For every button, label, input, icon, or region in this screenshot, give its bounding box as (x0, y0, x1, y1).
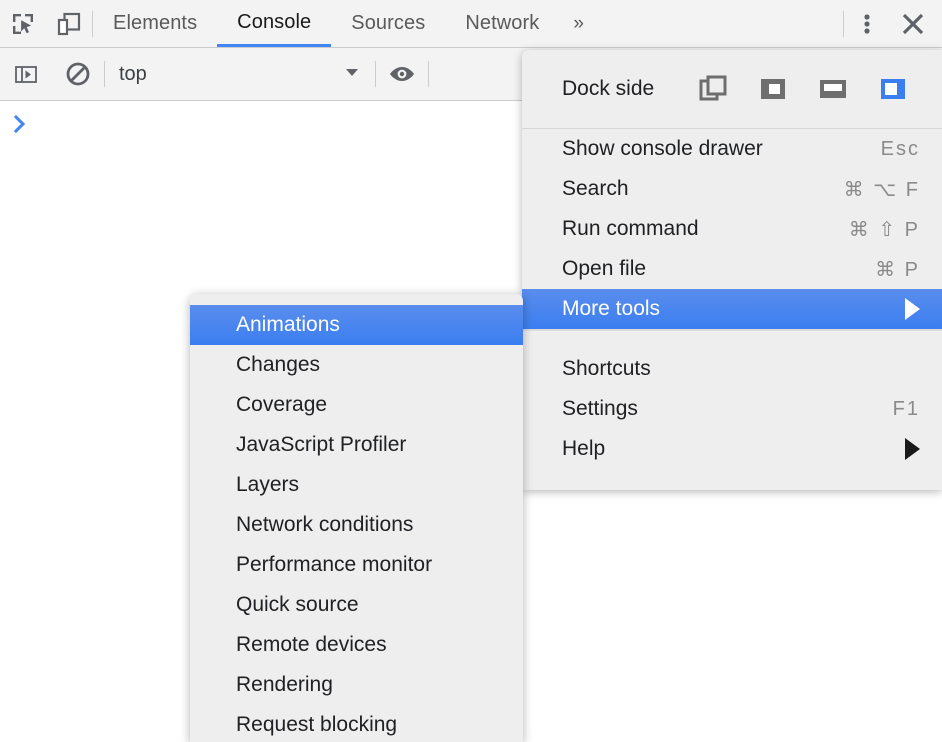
dock-to-left-icon[interactable] (754, 70, 792, 108)
submenu-arrow-icon (905, 438, 920, 460)
tab-console-label: Console (237, 10, 312, 33)
menu-item-label: Shortcuts (562, 357, 651, 380)
live-expression-eye-icon[interactable] (376, 48, 428, 100)
submenu-item-label: Changes (236, 353, 321, 376)
submenu-item-label: Rendering (236, 673, 333, 696)
submenu-item-remote-devices[interactable]: Remote devices (190, 625, 523, 665)
tab-network-label: Network (465, 12, 540, 34)
menu-item-settings[interactable]: Settings F1 (522, 389, 942, 429)
menu-item-label: Open file (562, 257, 647, 280)
menu-item-label: Settings (562, 397, 638, 420)
submenu-item-rendering[interactable]: Rendering (190, 665, 523, 705)
menu-item-label: Show console drawer (562, 137, 763, 160)
submenu-item-label: Quick source (236, 593, 359, 616)
dock-side-options (694, 70, 912, 108)
execution-context-value: top (119, 62, 147, 85)
submenu-item-label: Request blocking (236, 713, 398, 736)
chevron-down-icon (343, 63, 361, 85)
submenu-item-layers[interactable]: Layers (190, 465, 523, 505)
dock-to-right-icon[interactable] (874, 70, 912, 108)
three-dot-menu-icon[interactable] (844, 1, 890, 47)
device-toolbar-icon[interactable] (46, 1, 92, 47)
menu-item-search[interactable]: Search ⌘ ⌥ F (522, 169, 942, 209)
submenu-item-changes[interactable]: Changes (190, 345, 523, 385)
tab-sources[interactable]: Sources (331, 0, 445, 47)
menu-item-label: Help (562, 437, 606, 460)
clear-console-icon[interactable] (52, 48, 104, 100)
menu-item-help[interactable]: Help (522, 429, 942, 469)
menu-item-more-tools[interactable]: More tools (522, 289, 942, 329)
submenu-item-label: Remote devices (236, 633, 387, 656)
dock-side-label: Dock side (562, 77, 655, 100)
menu-item-shortcut: ⌘ ⌥ F (843, 178, 920, 201)
menu-item-shortcut: ⌘ ⇧ P (848, 218, 920, 241)
submenu-item-label: Network conditions (236, 513, 414, 536)
submenu-item-performance-monitor[interactable]: Performance monitor (190, 545, 523, 585)
menu-item-run-command[interactable]: Run command ⌘ ⇧ P (522, 209, 942, 249)
menu-separator-bottom (522, 329, 942, 331)
menu-item-label: Run command (562, 217, 699, 240)
menu-item-shortcut: Esc (880, 137, 920, 160)
tab-sources-label: Sources (351, 12, 426, 34)
submenu-item-label: JavaScript Profiler (236, 433, 407, 456)
submenu-item-request-blocking[interactable]: Request blocking (190, 705, 523, 742)
dock-to-bottom-icon[interactable] (814, 70, 852, 108)
undock-into-separate-window-icon[interactable] (694, 70, 732, 108)
submenu-item-label: Performance monitor (236, 553, 433, 576)
close-icon[interactable] (890, 1, 936, 47)
menu-item-shortcut: F1 (892, 397, 920, 420)
more-tools-submenu: Animations Changes Coverage JavaScript P… (190, 294, 523, 742)
more-tabs-chevron-icon[interactable]: » (559, 0, 598, 47)
menu-item-open-file[interactable]: Open file ⌘ P (522, 249, 942, 289)
submenu-item-network-conditions[interactable]: Network conditions (190, 505, 523, 545)
console-sidebar-icon[interactable] (0, 48, 52, 100)
more-tabs-label: » (573, 12, 585, 34)
menu-item-shortcuts[interactable]: Shortcuts (522, 349, 942, 389)
menu-item-shortcut: ⌘ P (875, 258, 920, 281)
tab-elements[interactable]: Elements (93, 0, 217, 47)
execution-context-selector[interactable]: top (105, 48, 375, 100)
submenu-item-label: Coverage (236, 393, 328, 416)
devtools-tabbar: Elements Console Sources Network » (0, 0, 942, 48)
menu-item-label: Search (562, 177, 629, 200)
menu-item-show-console-drawer[interactable]: Show console drawer Esc (522, 129, 942, 169)
devtools-main-menu: Dock side Show console drawer Esc Search… (522, 50, 942, 490)
dock-side-row: Dock side (522, 50, 942, 128)
submenu-arrow-icon (905, 298, 920, 320)
tab-console[interactable]: Console (217, 0, 332, 47)
console-toolbar-divider-3 (428, 61, 429, 87)
prompt-chevron-icon (12, 113, 30, 140)
submenu-item-animations[interactable]: Animations (190, 305, 523, 345)
inspect-element-icon[interactable] (0, 1, 46, 47)
submenu-item-javascript-profiler[interactable]: JavaScript Profiler (190, 425, 523, 465)
submenu-item-label: Animations (236, 313, 340, 336)
tab-elements-label: Elements (113, 12, 198, 34)
submenu-item-coverage[interactable]: Coverage (190, 385, 523, 425)
menu-item-label: More tools (562, 297, 661, 320)
tab-network[interactable]: Network (445, 0, 559, 47)
submenu-item-label: Layers (236, 473, 300, 496)
submenu-item-quick-source[interactable]: Quick source (190, 585, 523, 625)
